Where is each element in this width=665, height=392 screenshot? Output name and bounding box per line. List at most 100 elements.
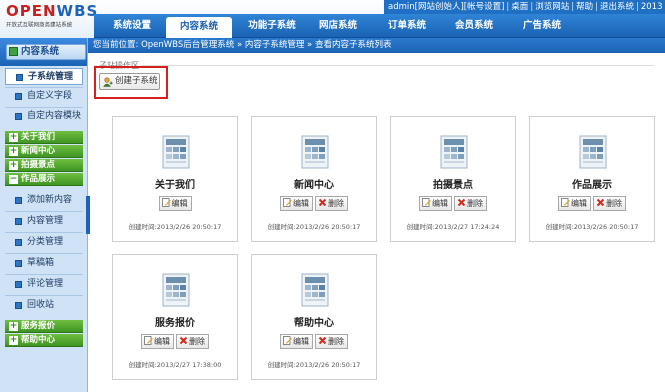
document-thumbnail-icon <box>301 135 329 169</box>
sidebar-category-news[interactable]: + 新闻中心 <box>5 145 83 158</box>
card-title: 新闻中心 <box>294 180 334 191</box>
card-title: 服务报价 <box>155 318 195 329</box>
user-bar: admin[网站创始人][帐号设置] | 桌面 | 浏览网站 | 帮助 | 退出系统 | 2013 <box>384 0 665 14</box>
card-created-time: 创建时间:2013/2/26 20:50:17 <box>267 361 361 369</box>
document-thumbnail-icon <box>301 273 329 307</box>
sidebar-title[interactable]: 内容系统 <box>6 44 86 60</box>
expand-icon: + <box>9 132 18 142</box>
edit-button[interactable]: 编辑 <box>158 196 192 211</box>
card-title: 帮助中心 <box>294 318 334 329</box>
expand-icon: + <box>9 160 18 170</box>
bullet-icon <box>15 93 22 100</box>
nav-tab-content-system[interactable]: 内容系统 <box>166 17 232 38</box>
create-subsystem-button[interactable]: 创建子系统 <box>99 73 160 90</box>
bullet-icon <box>16 74 23 81</box>
subsystem-card: 帮助中心 编辑 删除 创建时间:2013/2/26 20:50:17 <box>251 254 377 380</box>
user-account-link[interactable]: admin[网站创始人] <box>388 0 464 14</box>
logout-link[interactable]: 退出系统 <box>600 0 634 14</box>
logo-name-b: WBS <box>56 2 99 20</box>
delete-button[interactable]: 删除 <box>593 196 626 211</box>
delete-button[interactable]: 删除 <box>315 334 348 349</box>
card-created-time: 创建时间:2013/2/26 20:50:17 <box>128 223 222 231</box>
view-site-link[interactable]: 浏览网站 <box>535 0 569 14</box>
pencil-icon <box>561 198 570 207</box>
sidebar-item-custom-module[interactable]: 自定内容模块 <box>5 108 83 125</box>
subsystem-card: 拍摄景点 编辑 删除 创建时间:2013/2/27 17:24:24 <box>390 116 516 242</box>
nav-tab-system-settings[interactable]: 系统设置 <box>100 14 164 38</box>
edit-button[interactable]: 编辑 <box>141 334 174 349</box>
sidebar-item-category-manage[interactable]: 分类管理 <box>5 234 83 251</box>
breadcrumb: 您当前位置: OpenWBS后台管理系统 » 内容子系统管理 » 查看内容子系统… <box>88 38 665 53</box>
bullet-icon <box>15 197 22 204</box>
expand-icon: + <box>9 321 18 331</box>
sidebar-item-custom-fields[interactable]: 自定义字段 <box>5 88 83 105</box>
sidebar-item-content-manage[interactable]: 内容管理 <box>5 213 83 230</box>
main-nav: 系统设置 内容系统 功能子系统 网店系统 订单系统 会员系统 广告系统 <box>94 14 665 38</box>
bullet-icon <box>15 281 22 288</box>
sidebar-category-spots[interactable]: + 拍摄景点 <box>5 159 83 172</box>
edit-button[interactable]: 编辑 <box>280 334 313 349</box>
collapse-icon: − <box>9 174 18 184</box>
bullet-icon <box>15 113 22 120</box>
edit-button[interactable]: 编辑 <box>419 196 452 211</box>
card-created-time: 创建时间:2013/2/26 20:50:17 <box>545 223 639 231</box>
sidebar-item-comments[interactable]: 评论管理 <box>5 276 83 293</box>
sidebar-item-add-content[interactable]: 添加新内容 <box>5 192 83 209</box>
subsystem-card: 关于我们 编辑 创建时间:2013/2/26 20:50:17 <box>112 116 238 242</box>
document-thumbnail-icon <box>162 273 190 307</box>
nav-tab-order-system[interactable]: 订单系统 <box>375 14 439 38</box>
account-settings-link[interactable]: [帐号设置] <box>464 0 505 14</box>
edit-button[interactable]: 编辑 <box>280 196 313 211</box>
add-user-icon <box>103 77 113 87</box>
desktop-link[interactable]: 桌面 <box>511 0 528 14</box>
toolbox: 子站操作区 <box>94 60 665 102</box>
expand-icon: + <box>9 146 18 156</box>
card-title: 关于我们 <box>155 180 195 191</box>
sidebar-item-subsystem-manage[interactable]: 子系统管理 <box>5 68 83 85</box>
logo-name-a: OPEN <box>6 2 57 20</box>
document-thumbnail-icon <box>440 135 468 169</box>
delete-button[interactable]: 删除 <box>176 334 209 349</box>
delete-x-icon <box>318 198 327 207</box>
document-thumbnail-icon <box>162 135 190 169</box>
bullet-icon <box>15 239 22 246</box>
pencil-icon <box>283 198 292 207</box>
nav-tab-function-subsystem[interactable]: 功能子系统 <box>234 14 310 38</box>
card-title: 作品展示 <box>572 180 612 191</box>
card-created-time: 创建时间:2013/2/27 17:38:00 <box>128 361 222 369</box>
nav-tab-ad-system[interactable]: 广告系统 <box>510 14 574 38</box>
subsystem-card: 作品展示 编辑 删除 创建时间:2013/2/26 20:50:17 <box>529 116 655 242</box>
delete-button[interactable]: 删除 <box>454 196 487 211</box>
subsystem-card: 新闻中心 编辑 删除 创建时间:2013/2/26 20:50:17 <box>251 116 377 242</box>
sidebar-category-works[interactable]: − 作品展示 <box>5 173 83 186</box>
delete-button[interactable]: 删除 <box>315 196 348 211</box>
sidebar-category-help[interactable]: + 帮助中心 <box>5 334 83 347</box>
sidebar-toggle-handle[interactable] <box>86 196 90 234</box>
card-created-time: 创建时间:2013/2/26 20:50:17 <box>267 223 361 231</box>
folder-icon <box>9 47 18 56</box>
date-text: 2013 <box>640 2 663 12</box>
expand-icon: + <box>9 335 18 345</box>
bullet-icon <box>15 260 22 267</box>
pencil-icon <box>283 336 292 345</box>
pencil-icon <box>422 198 431 207</box>
card-title: 拍摄景点 <box>433 180 473 191</box>
pencil-icon <box>144 336 153 345</box>
bullet-icon <box>15 218 22 225</box>
delete-x-icon <box>596 198 605 207</box>
sidebar: 内容系统 子系统管理 自定义字段 自定内容模块 + 关于我们 + 新闻中心 + 拍摄景… <box>0 38 88 392</box>
bullet-icon <box>15 302 22 309</box>
subsystem-card: 服务报价 编辑 删除 创建时间:2013/2/27 17:38:00 <box>112 254 238 380</box>
logo-subtitle: 开放式互联网商务建站系统 <box>6 21 73 29</box>
nav-tab-member-system[interactable]: 会员系统 <box>442 14 506 38</box>
help-link[interactable]: 帮助 <box>576 0 593 14</box>
sidebar-item-recycle-bin[interactable]: 回收站 <box>5 297 83 314</box>
sidebar-category-pricing[interactable]: + 服务报价 <box>5 320 83 333</box>
delete-x-icon <box>318 336 327 345</box>
sidebar-category-about[interactable]: + 关于我们 <box>5 131 83 144</box>
nav-tab-shop-system[interactable]: 网店系统 <box>306 14 370 38</box>
edit-button[interactable]: 编辑 <box>558 196 591 211</box>
logo[interactable]: OPENWBS 开放式互联网商务建站系统 <box>6 2 97 29</box>
sidebar-item-drafts[interactable]: 草稿箱 <box>5 255 83 272</box>
pencil-icon <box>161 198 171 207</box>
